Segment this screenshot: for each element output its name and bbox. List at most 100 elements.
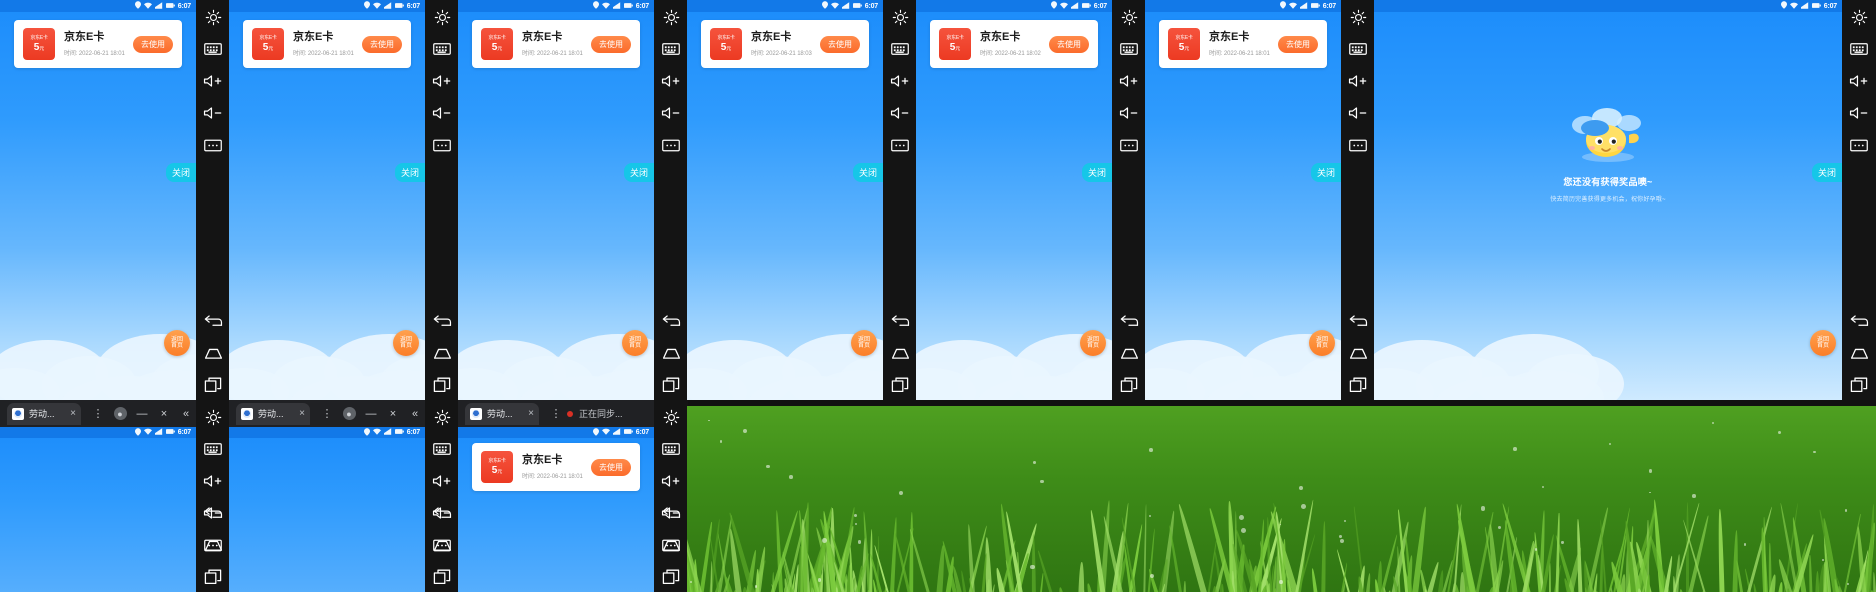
collapse-panel-button[interactable]: «	[404, 402, 425, 426]
sidebar-volume-down-icon[interactable]	[431, 104, 453, 122]
close-pill-button[interactable]: 关闭	[852, 163, 883, 182]
sidebar-volume-up-icon[interactable]	[1118, 72, 1140, 90]
emulator-panel-6[interactable]: 6:07 京东E卡 5元 京东E卡 时间: 2022-06-21 18:01 去…	[1145, 0, 1341, 400]
close-pill-button[interactable]: 关闭	[1811, 163, 1842, 182]
emulator-panel-1[interactable]: 6:07 京东E卡 5元 京东E卡 时间: 2022-06-21 18:01 去…	[0, 0, 196, 400]
close-pill-button[interactable]: 关闭	[394, 163, 425, 182]
sidebar-keyboard-icon[interactable]	[431, 40, 453, 58]
sidebar-more-options-icon[interactable]	[1118, 136, 1140, 154]
sidebar-home-icon[interactable]	[202, 344, 224, 362]
sidebar-settings-gear-icon[interactable]	[660, 8, 682, 26]
sidebar-volume-up-icon[interactable]	[889, 72, 911, 90]
coupon-card[interactable]: 京东E卡 5元 京东E卡 时间: 2022-06-21 18:03 去使用	[701, 20, 869, 68]
emulator-panel-5[interactable]: 6:07 京东E卡 5元 京东E卡 时间: 2022-06-21 18:02 去…	[916, 0, 1112, 400]
coupon-card[interactable]: 京东E卡 5元 京东E卡 时间: 2022-06-21 18:01 去使用	[1159, 20, 1327, 68]
sidebar-recents-icon[interactable]	[431, 568, 453, 586]
close-tab-button[interactable]: ×	[295, 408, 305, 419]
browser-tab[interactable]: 劳动... ×	[465, 402, 539, 425]
sidebar-recents-icon[interactable]	[202, 376, 224, 394]
browser-avatar[interactable]: ●	[338, 402, 360, 426]
return-home-button[interactable]: 返回 首页	[164, 330, 190, 356]
sidebar-back-icon[interactable]	[1118, 312, 1140, 330]
minimize-button[interactable]: —	[131, 402, 153, 426]
emulator-panel-4[interactable]: 6:07 京东E卡 5元 京东E卡 时间: 2022-06-21 18:03 去…	[687, 0, 883, 400]
sidebar-volume-down-icon[interactable]	[1118, 104, 1140, 122]
close-window-button[interactable]: ×	[382, 402, 404, 426]
browser-tab[interactable]: 劳动... ×	[7, 402, 81, 425]
sidebar-settings-gear-icon[interactable]	[660, 408, 682, 426]
sidebar-settings-gear-icon[interactable]	[202, 8, 224, 26]
sidebar-volume-down-icon[interactable]	[1848, 104, 1870, 122]
sidebar-keyboard-icon[interactable]	[431, 440, 453, 458]
sidebar-recents-icon[interactable]	[431, 376, 453, 394]
sidebar-settings-gear-icon[interactable]	[889, 8, 911, 26]
browser-window-3[interactable]: 劳动... × ⋮ 正在同步... 6:07 京东E卡 5元 京东E卡 时间: …	[458, 400, 654, 592]
browser-tab[interactable]: 劳动... ×	[236, 402, 310, 425]
browser-menu-button[interactable]: ⋮	[87, 402, 109, 426]
use-coupon-button[interactable]: 去使用	[820, 35, 860, 53]
sidebar-volume-up-icon[interactable]	[660, 472, 682, 490]
emulator-panel-3[interactable]: 6:07 京东E卡 5元 京东E卡 时间: 2022-06-21 18:01 去…	[458, 0, 654, 400]
return-home-button[interactable]: 返回 首页	[1309, 330, 1335, 356]
browser-window-1[interactable]: 劳动... × ⋮ ● — × « 6:07	[0, 400, 196, 592]
browser-menu-button[interactable]: ⋮	[316, 402, 338, 426]
sidebar-volume-down-icon[interactable]	[1347, 104, 1369, 122]
sidebar-volume-up-icon[interactable]	[431, 72, 453, 90]
emulator-panel-2[interactable]: 6:07 京东E卡 5元 京东E卡 时间: 2022-06-21 18:01 去…	[229, 0, 425, 400]
sidebar-volume-down-icon[interactable]	[889, 104, 911, 122]
sidebar-keyboard-icon[interactable]	[1848, 40, 1870, 58]
sidebar-more-options-icon[interactable]	[1848, 136, 1870, 154]
sidebar-back-icon[interactable]	[431, 504, 453, 522]
sidebar-home-icon[interactable]	[660, 344, 682, 362]
sidebar-keyboard-icon[interactable]	[1347, 40, 1369, 58]
sidebar-settings-gear-icon[interactable]	[1118, 8, 1140, 26]
sidebar-home-icon[interactable]	[431, 536, 453, 554]
minimize-button[interactable]: —	[360, 402, 382, 426]
sidebar-home-icon[interactable]	[1848, 344, 1870, 362]
coupon-card[interactable]: 京东E卡 5元 京东E卡 时间: 2022-06-21 18:01 去使用	[472, 443, 640, 491]
sidebar-recents-icon[interactable]	[1347, 376, 1369, 394]
sidebar-more-options-icon[interactable]	[889, 136, 911, 154]
sidebar-volume-down-icon[interactable]	[202, 104, 224, 122]
collapse-panel-button[interactable]: «	[175, 402, 196, 426]
use-coupon-button[interactable]: 去使用	[1049, 35, 1089, 53]
sidebar-keyboard-icon[interactable]	[202, 440, 224, 458]
close-tab-button[interactable]: ×	[524, 408, 534, 419]
sidebar-more-options-icon[interactable]	[660, 136, 682, 154]
sidebar-keyboard-icon[interactable]	[660, 40, 682, 58]
sidebar-more-options-icon[interactable]	[431, 136, 453, 154]
close-window-button[interactable]: ×	[153, 402, 175, 426]
use-coupon-button[interactable]: 去使用	[133, 35, 173, 53]
sidebar-volume-up-icon[interactable]	[1848, 72, 1870, 90]
close-pill-button[interactable]: 关闭	[1310, 163, 1341, 182]
close-pill-button[interactable]: 关闭	[165, 163, 196, 182]
coupon-card[interactable]: 京东E卡 5元 京东E卡 时间: 2022-06-21 18:01 去使用	[472, 20, 640, 68]
sidebar-volume-up-icon[interactable]	[202, 72, 224, 90]
return-home-button[interactable]: 返回 首页	[851, 330, 877, 356]
sidebar-home-icon[interactable]	[660, 536, 682, 554]
sidebar-volume-up-icon[interactable]	[202, 472, 224, 490]
sidebar-recents-icon[interactable]	[1118, 376, 1140, 394]
coupon-card[interactable]: 京东E卡 5元 京东E卡 时间: 2022-06-21 18:02 去使用	[930, 20, 1098, 68]
sidebar-home-icon[interactable]	[1347, 344, 1369, 362]
return-home-button[interactable]: 返回 首页	[393, 330, 419, 356]
browser-window-2[interactable]: 劳动... × ⋮ ● — × « 6:07	[229, 400, 425, 592]
sidebar-settings-gear-icon[interactable]	[202, 408, 224, 426]
use-coupon-button[interactable]: 去使用	[591, 35, 631, 53]
sidebar-volume-up-icon[interactable]	[660, 72, 682, 90]
sidebar-home-icon[interactable]	[1118, 344, 1140, 362]
use-coupon-button[interactable]: 去使用	[362, 35, 402, 53]
return-home-button[interactable]: 返回 首页	[1810, 330, 1836, 356]
sidebar-back-icon[interactable]	[1347, 312, 1369, 330]
sidebar-more-options-icon[interactable]	[1347, 136, 1369, 154]
browser-avatar[interactable]: ●	[109, 402, 131, 426]
use-coupon-button[interactable]: 去使用	[1278, 35, 1318, 53]
sidebar-back-icon[interactable]	[660, 312, 682, 330]
close-tab-button[interactable]: ×	[66, 408, 76, 419]
sidebar-back-icon[interactable]	[431, 312, 453, 330]
close-pill-button[interactable]: 关闭	[1081, 163, 1112, 182]
sidebar-settings-gear-icon[interactable]	[1347, 8, 1369, 26]
sidebar-recents-icon[interactable]	[202, 568, 224, 586]
sidebar-recents-icon[interactable]	[1848, 376, 1870, 394]
coupon-card[interactable]: 京东E卡 5元 京东E卡 时间: 2022-06-21 18:01 去使用	[14, 20, 182, 68]
